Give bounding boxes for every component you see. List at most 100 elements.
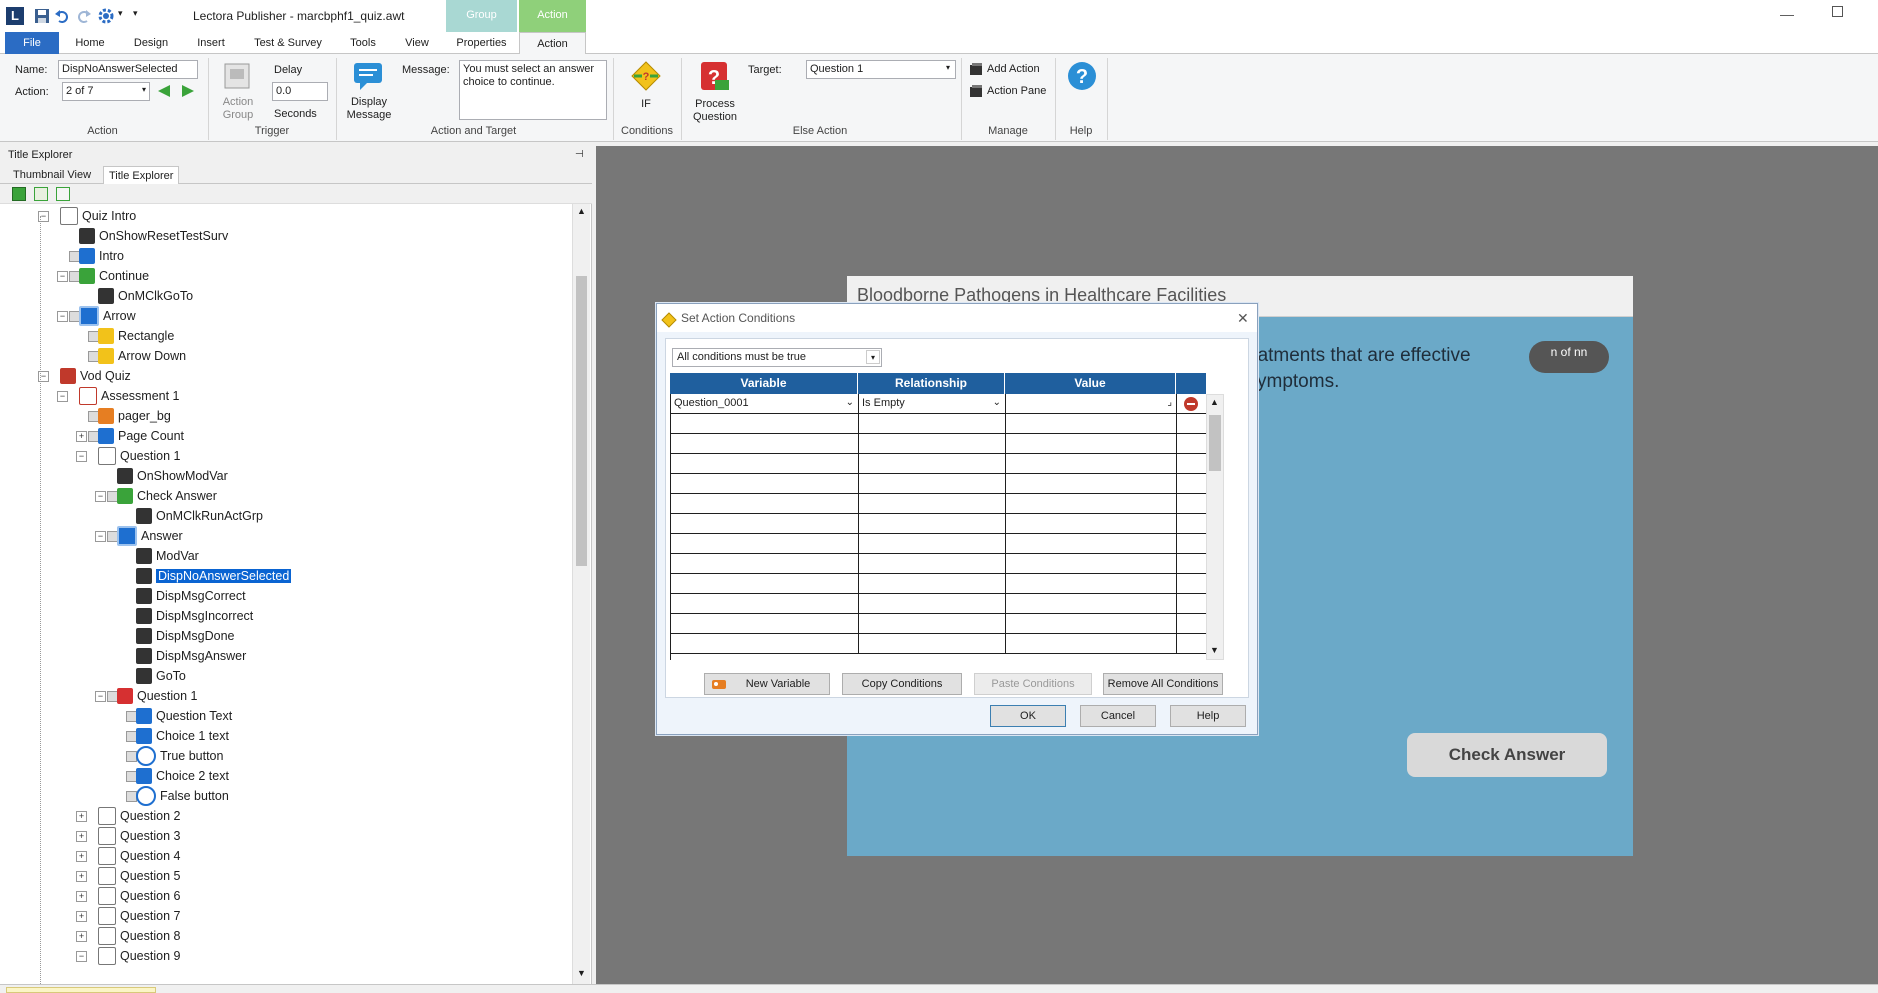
expand-all-icon[interactable] <box>12 187 26 201</box>
tree-item[interactable]: OnMClkRunActGrp <box>136 506 263 526</box>
new-variable-button[interactable]: New Variable <box>704 673 830 695</box>
tree-item[interactable]: ModVar <box>136 546 199 566</box>
message-textarea[interactable]: You must select an answer choice to cont… <box>459 60 607 120</box>
tree-item[interactable]: Continue <box>79 266 149 286</box>
condition-mode-select[interactable]: All conditions must be true <box>672 348 882 367</box>
undo-icon[interactable] <box>54 8 70 24</box>
variable-select[interactable]: Question_0001 <box>674 397 749 409</box>
tab-tools[interactable]: Tools <box>340 32 386 54</box>
grid-cell[interactable]: Question_0001 ⌄ <box>671 394 859 414</box>
tree-item[interactable]: DispNoAnswerSelected <box>136 566 292 586</box>
chevron-down-icon[interactable]: ▾ <box>866 350 880 364</box>
tree-item[interactable]: OnMClkGoTo <box>98 286 193 306</box>
grid-cell[interactable] <box>1177 534 1206 554</box>
grid-cell[interactable] <box>1177 474 1206 494</box>
grid-cell[interactable] <box>859 494 1006 514</box>
grid-cell[interactable] <box>1177 574 1206 594</box>
remove-all-conditions-button[interactable]: Remove All Conditions <box>1103 673 1223 695</box>
tree-item[interactable]: Arrow Down <box>98 346 186 366</box>
tab-thumbnail-view[interactable]: Thumbnail View <box>8 166 96 184</box>
tree-item[interactable]: Question 5 <box>98 866 180 886</box>
copy-conditions-button[interactable]: Copy Conditions <box>842 673 962 695</box>
grid-cell[interactable] <box>1006 574 1177 594</box>
grid-cell[interactable] <box>1006 474 1177 494</box>
tree-item[interactable]: Assessment 1 <box>79 386 180 406</box>
grid-cell[interactable] <box>1006 494 1177 514</box>
tree-scrollbar[interactable]: ▲ ▼ <box>572 204 590 984</box>
grid-cell[interactable] <box>671 514 859 534</box>
grid-cell[interactable] <box>859 594 1006 614</box>
tree-item[interactable]: DispMsgDone <box>136 626 235 646</box>
tree-item[interactable]: Choice 2 text <box>136 766 229 786</box>
tab-insert[interactable]: Insert <box>186 32 236 54</box>
grid-cell[interactable] <box>859 414 1006 434</box>
grid-cell[interactable] <box>671 434 859 454</box>
action-pane-icon[interactable] <box>969 84 983 101</box>
grid-cell[interactable] <box>1006 554 1177 574</box>
tab-action[interactable]: Action <box>519 32 586 55</box>
grid-cell[interactable] <box>671 534 859 554</box>
grid-cell[interactable] <box>1006 594 1177 614</box>
tree-item[interactable]: DispMsgAnswer <box>136 646 246 666</box>
redo-icon[interactable] <box>76 8 92 24</box>
expand-icon[interactable]: + <box>76 811 87 822</box>
collapse-icon[interactable]: − <box>95 691 106 702</box>
scroll-down-icon[interactable]: ▼ <box>577 968 586 978</box>
if-conditions-icon[interactable]: ? <box>630 60 662 95</box>
collapse-icon[interactable]: − <box>76 951 87 962</box>
close-icon[interactable]: ✕ <box>1237 304 1249 332</box>
collapse-icon[interactable]: − <box>95 491 106 502</box>
grid-cell[interactable] <box>1006 634 1177 654</box>
tree-item[interactable]: OnShowResetTestSurv <box>79 226 228 246</box>
grid-cell[interactable] <box>1177 614 1206 634</box>
grid-cell[interactable] <box>859 614 1006 634</box>
scroll-thumb[interactable] <box>1209 415 1221 471</box>
relationship-select[interactable]: Is Empty <box>862 397 905 409</box>
next-action-icon[interactable] <box>180 83 196 102</box>
tree-item[interactable]: Question 1 <box>98 446 180 466</box>
grid-cell[interactable] <box>859 554 1006 574</box>
tree-item[interactable]: Question 4 <box>98 846 180 866</box>
display-message-button-label[interactable]: Display <box>338 96 400 109</box>
tab-design[interactable]: Design <box>124 32 178 54</box>
display-message-icon[interactable] <box>352 60 384 95</box>
tab-title-explorer[interactable]: Title Explorer <box>103 166 180 184</box>
delay-input[interactable]: 0.0 <box>272 82 328 101</box>
tree-item[interactable]: Page Count <box>98 426 184 446</box>
tree-item[interactable]: DispMsgIncorrect <box>136 606 253 626</box>
tree-item[interactable]: Question 6 <box>98 886 180 906</box>
tree-item[interactable]: Vod Quiz <box>60 366 131 386</box>
collapse-icon[interactable]: − <box>57 311 68 322</box>
tab-file[interactable]: File <box>5 32 59 54</box>
grid-cell[interactable] <box>1006 614 1177 634</box>
check-answer-button[interactable]: Check Answer <box>1407 733 1607 777</box>
grid-cell[interactable] <box>671 574 859 594</box>
tree-item[interactable]: DispMsgCorrect <box>136 586 246 606</box>
grid-cell[interactable] <box>1177 594 1206 614</box>
grid-cell[interactable] <box>671 474 859 494</box>
tab-home[interactable]: Home <box>66 32 114 54</box>
grid-cell[interactable] <box>1177 554 1206 574</box>
chevron-down-icon[interactable]: ▾ <box>118 8 123 19</box>
grid-cell[interactable]: Is Empty ⌄ <box>859 394 1006 414</box>
chevron-down-icon[interactable]: ▾ <box>142 85 146 94</box>
grid-cell[interactable] <box>671 554 859 574</box>
maximize-icon[interactable] <box>1832 6 1843 17</box>
grid-cell[interactable] <box>859 514 1006 534</box>
scroll-down-icon[interactable]: ▼ <box>1210 645 1219 655</box>
add-action-button[interactable]: Add Action <box>987 63 1040 75</box>
grid-cell[interactable] <box>1006 434 1177 454</box>
chevron-down-icon[interactable]: ⌄ <box>993 394 1001 412</box>
tree-item[interactable]: Question 8 <box>98 926 180 946</box>
tree-item[interactable]: False button <box>136 785 229 806</box>
help-button[interactable]: Help <box>1170 705 1246 727</box>
grid-cell[interactable] <box>859 634 1006 654</box>
expand-icon[interactable]: + <box>76 871 87 882</box>
collapse-icon[interactable]: − <box>57 391 68 402</box>
tree-item[interactable]: Question 9 <box>98 946 180 966</box>
chevron-down-icon[interactable]: ▾ <box>946 63 950 72</box>
action-group-icon[interactable] <box>222 61 252 94</box>
grid-cell[interactable] <box>1177 394 1206 414</box>
grid-cell[interactable] <box>1177 514 1206 534</box>
expand-icon[interactable]: + <box>76 911 87 922</box>
